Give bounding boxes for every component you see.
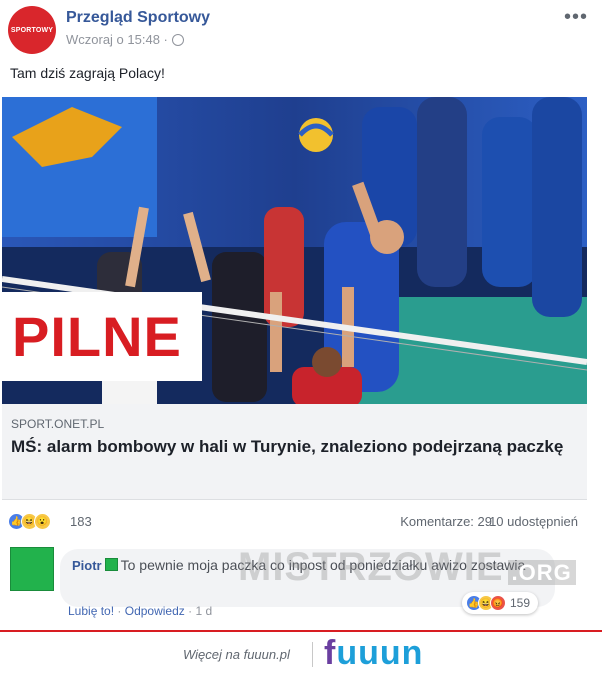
- page-name[interactable]: Przegląd Sportowy: [66, 9, 210, 27]
- link-title[interactable]: MŚ: alarm bombowy w hali w Turynie, znal…: [11, 435, 576, 458]
- comment-reactions[interactable]: 👍 😆 😡 159: [462, 592, 539, 614]
- wow-reaction-icon: 😮: [34, 513, 51, 530]
- green-square-icon: [104, 558, 118, 571]
- logo-letter: u: [358, 634, 380, 672]
- footer: Więcej na fuuun.pl fuuun: [0, 632, 602, 674]
- link-domain: SPORT.ONET.PL: [11, 417, 105, 431]
- link-card[interactable]: PILNE SPORT.ONET.PL MŚ: alarm bombowy w …: [2, 97, 587, 500]
- post-meta: Wczoraj o 15:48 ·: [66, 32, 184, 47]
- more-options-button[interactable]: •••: [564, 6, 588, 29]
- logo-letter: f: [324, 634, 337, 672]
- comment-reply-button[interactable]: Odpowiedz: [125, 604, 185, 618]
- comments-count[interactable]: Komentarze: 29: [400, 514, 492, 529]
- angry-reaction-icon: 😡: [490, 595, 506, 611]
- commenter-avatar[interactable]: [10, 547, 54, 591]
- comment-text: To pewnie moja paczka co inpost od ponie…: [120, 557, 526, 573]
- post-header: SPORTOWY Przegląd Sportowy Wczoraj o 15:…: [8, 6, 594, 56]
- comment-author[interactable]: Piotr: [72, 558, 102, 573]
- pilne-banner: PILNE: [2, 292, 202, 381]
- logo-letter: u: [336, 634, 359, 672]
- pilne-text: PILNE: [12, 305, 182, 368]
- reaction-icons[interactable]: 👍 😆 😮: [8, 513, 51, 530]
- footer-divider: [312, 642, 313, 667]
- logo-letter: n: [401, 634, 424, 672]
- footer-text[interactable]: Więcej na fuuun.pl: [183, 647, 290, 662]
- page-avatar[interactable]: SPORTOWY: [8, 6, 56, 54]
- comment-reaction-count: 159: [510, 596, 531, 610]
- fuuun-logo[interactable]: fuuun: [324, 634, 423, 673]
- comment-age[interactable]: 1 d: [195, 604, 212, 618]
- post-text: Tam dziś zagrają Polacy!: [10, 65, 165, 81]
- reaction-count[interactable]: 183: [70, 514, 92, 529]
- globe-icon: [171, 33, 184, 46]
- comment-actions: Lubię to! · Odpowiedz · 1 d: [68, 604, 213, 618]
- avatar-label: SPORTOWY: [10, 26, 54, 34]
- link-image[interactable]: PILNE: [2, 97, 587, 404]
- comment-like-button[interactable]: Lubię to!: [68, 604, 114, 618]
- reactions-bar: 👍 😆 😮 183 Komentarze: 29 10 udostępnień: [8, 510, 588, 532]
- post-timestamp[interactable]: Wczoraj o 15:48 ·: [66, 32, 168, 47]
- shares-count[interactable]: 10 udostępnień: [489, 514, 578, 529]
- logo-letter: u: [379, 634, 402, 672]
- comment: Piotr To pewnie moja paczka co inpost od …: [0, 537, 602, 632]
